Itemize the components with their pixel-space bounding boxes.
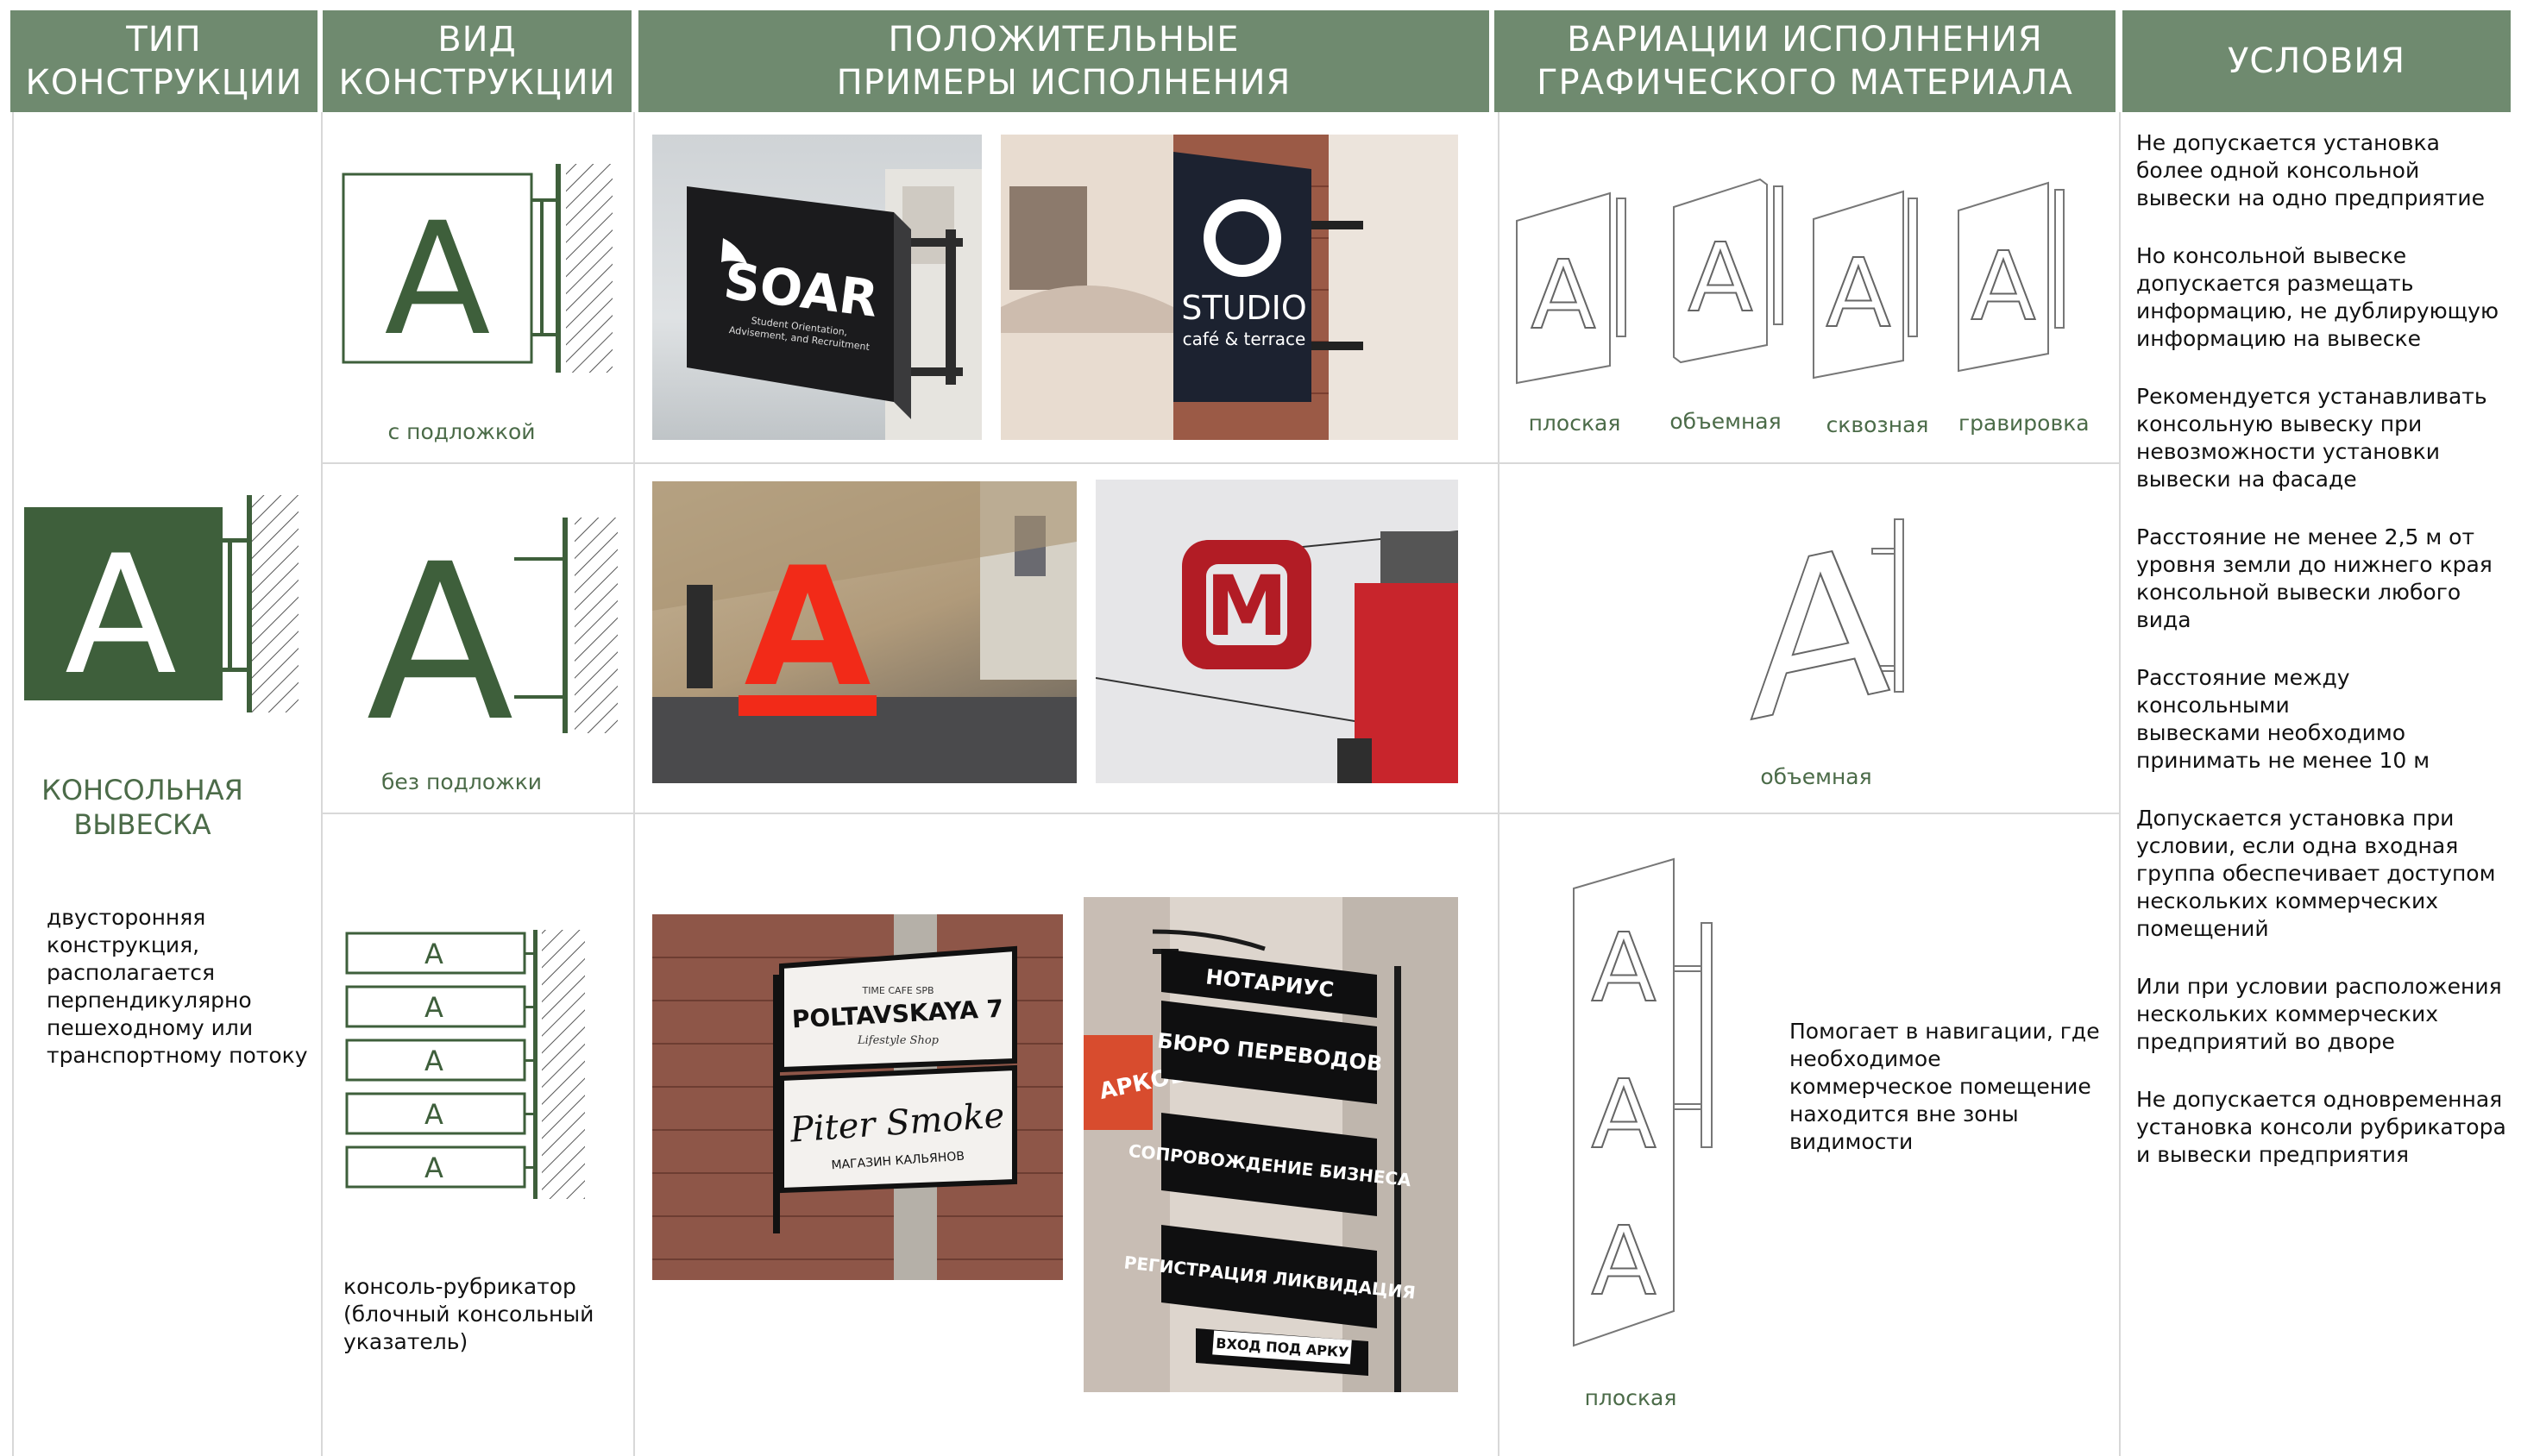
header-examples: ПОЛОЖИТЕЛЬНЫЕ ПРИМЕРЫ ИСПОЛНЕНИЯ — [638, 10, 1489, 112]
svg-text:A: A — [1688, 223, 1752, 333]
type-description: двусторонняя конструкция, располагается … — [47, 905, 308, 1068]
divider — [321, 462, 2119, 464]
icon-letter: A — [65, 520, 177, 711]
example-photo-studio: STUDIO café & terrace — [1001, 135, 1458, 440]
variation-caption-flat: плоская — [1528, 411, 1621, 436]
divider — [2119, 112, 2121, 1456]
variation-row2-diagram: A — [1743, 514, 1915, 747]
svg-text:A: A — [1591, 1206, 1656, 1316]
svg-text:A: A — [384, 190, 490, 370]
svg-text:Lifestyle Shop: Lifestyle Shop — [857, 1034, 940, 1047]
studio-brand: STUDIO — [1181, 289, 1307, 327]
example-photo-alfa: А — [652, 481, 1077, 783]
svg-text:A: A — [424, 1045, 443, 1077]
svg-text:A: A — [1826, 238, 1890, 348]
condition-item: Не допускается одновременная установка ко… — [2136, 1087, 2506, 1167]
conditions-list: Не допускается установка более одной конс… — [2136, 129, 2507, 1199]
console-sign-icon: A — [24, 495, 317, 712]
header-kind: ВИД КОНСТРУКЦИИ — [323, 10, 632, 112]
condition-item: Рекомендуется устанавливать консольную вы… — [2136, 384, 2487, 492]
variation-row3-note: Помогает в навигации, где необходимое ко… — [1789, 1019, 2100, 1154]
variation-row3-diagram: A A A — [1562, 854, 1734, 1354]
variation-caption-row3: плоская — [1584, 1385, 1677, 1410]
svg-text:A: A — [424, 1152, 443, 1184]
svg-text:A: A — [1750, 514, 1891, 747]
svg-text:A: A — [424, 1098, 443, 1131]
kind-rubricator-diagram: A A A A A — [343, 926, 611, 1202]
svg-text:A: A — [1591, 1059, 1656, 1170]
svg-text:A: A — [366, 518, 513, 738]
example-photo-soar: SOAR Student Orientation, Advisement, an… — [652, 135, 982, 440]
alfa-letter: А — [744, 532, 871, 723]
variation-caption-volume: объемная — [1669, 409, 1782, 434]
condition-item: Расстояние не менее 2,5 м от уровня земли… — [2136, 524, 2493, 632]
kind-with-backing-diagram: A — [340, 160, 625, 376]
kind-caption-rubricator: консоль-рубрикатор (блочный консольный у… — [343, 1274, 594, 1354]
svg-text:A: A — [1531, 240, 1595, 350]
divider — [321, 813, 2119, 814]
magnit-letter: M — [1205, 558, 1288, 655]
example-photo-magnit: M — [1096, 480, 1458, 783]
example-photo-poltavskaya: TIME CAFE SPB POLTAVSKAYA 7 Lifestyle Sh… — [652, 914, 1063, 1280]
svg-text:A: A — [424, 991, 443, 1024]
condition-item: Допускается установка при условии, если о… — [2136, 806, 2496, 941]
divider — [12, 112, 14, 1456]
header-variations: ВАРИАЦИИ ИСПОЛНЕНИЯ ГРАФИЧЕСКОГО МАТЕРИАЛ… — [1494, 10, 2116, 112]
type-title: КОНСОЛЬНАЯ ВЫВЕСКА — [41, 774, 243, 841]
header-conditions: УСЛОВИЯ — [2122, 10, 2511, 112]
divider — [633, 112, 635, 1456]
variation-caption-row2: объемная — [1760, 764, 1872, 789]
kind-caption-with-backing: с подложкой — [387, 419, 536, 444]
condition-item: Не допускается установка более одной конс… — [2136, 130, 2485, 210]
variation-caption-through: сквозная — [1826, 412, 1929, 437]
svg-text:café & terrace: café & terrace — [1183, 329, 1306, 349]
svg-text:A: A — [1971, 231, 2035, 342]
divider — [321, 112, 323, 1456]
variation-caption-engraving: гравировка — [1958, 411, 2090, 436]
header-type: ТИП КОНСТРУКЦИИ — [10, 10, 317, 112]
kind-without-backing-diagram: A — [345, 514, 630, 738]
divider — [1498, 112, 1499, 1456]
svg-text:TIME CAFE SPB: TIME CAFE SPB — [861, 985, 934, 996]
svg-text:A: A — [424, 938, 443, 970]
condition-item: Расстояние между консольными вывесками не… — [2136, 665, 2430, 773]
condition-item: Или при условии расположения нескольких к… — [2136, 974, 2502, 1054]
example-photo-notary: АРКОВ НОТАРИУС БЮРО ПЕРЕВОДОВ СОПРОВОЖДЕ… — [1084, 897, 1458, 1392]
variation-row1-diagram: A A A A — [1510, 173, 2114, 388]
svg-text:A: A — [1591, 913, 1656, 1023]
kind-caption-without-backing: без подложки — [380, 769, 543, 794]
condition-item: Но консольной вывеске допускается размеща… — [2136, 243, 2499, 351]
